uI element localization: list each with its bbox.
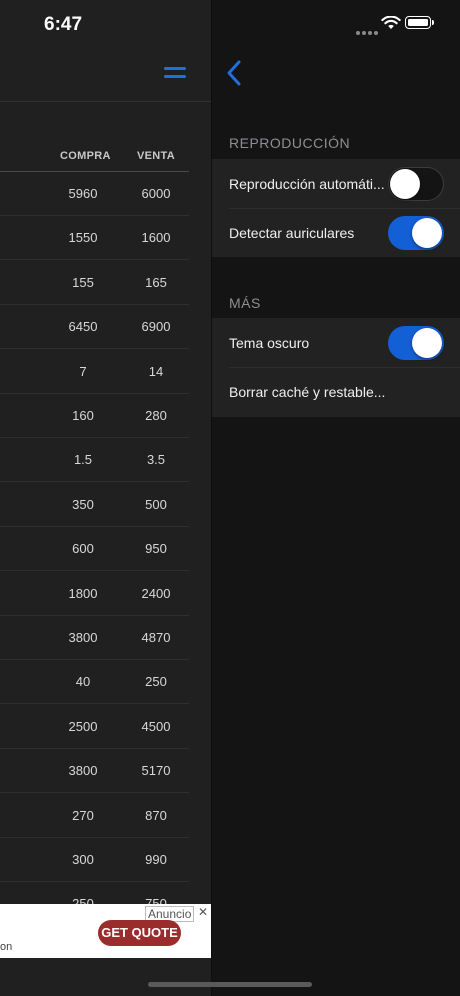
- detect-headphones-toggle[interactable]: [388, 216, 444, 250]
- sell-value: 500: [145, 496, 167, 512]
- dark-theme-label: Tema oscuro: [229, 335, 310, 351]
- header-divider: [0, 101, 211, 102]
- buy-value: 160: [72, 408, 94, 423]
- table-row: 160 280: [0, 394, 189, 438]
- setting-divider: [229, 208, 460, 209]
- sell-value: 2400: [141, 585, 171, 601]
- sell-value: 250: [145, 674, 167, 690]
- section-title-reproduccion: REPRODUCCIÓN: [229, 135, 351, 151]
- buy-value: 2500: [68, 718, 98, 734]
- table-row: 40 250: [0, 660, 189, 705]
- table-row: 1.5 3.5: [0, 438, 189, 483]
- setting-divider: [229, 367, 460, 368]
- battery-icon: [405, 16, 434, 29]
- buy-value: 155: [72, 274, 94, 290]
- buy-value: 3800: [68, 763, 98, 779]
- table-row: 3800 5170: [0, 749, 189, 794]
- table-row: 5960 6000: [0, 172, 189, 216]
- table-row: 2500 4500: [0, 705, 189, 749]
- buy-value: 1800: [68, 585, 98, 601]
- table-row: 600 950: [0, 527, 189, 572]
- buy-value: 6450: [68, 319, 98, 335]
- autoplay-toggle[interactable]: [388, 167, 444, 201]
- detect-headphones-label: Detectar auriculares: [229, 225, 355, 241]
- toggle-knob: [390, 169, 420, 199]
- buy-value: 5960: [68, 186, 98, 201]
- buy-value: 1.5: [73, 452, 93, 468]
- table-row: 155 165: [0, 261, 189, 305]
- menu-icon[interactable]: [164, 66, 186, 80]
- sell-value: 1600: [141, 230, 171, 246]
- wifi-icon: [381, 16, 401, 29]
- buy-value: 7: [79, 363, 87, 379]
- table-row: 7 14: [0, 350, 189, 394]
- dark-theme-toggle[interactable]: [388, 326, 444, 360]
- table-row: 1800 2400: [0, 572, 189, 616]
- table-row: 1550 1600: [0, 216, 189, 261]
- sell-value: 950: [145, 541, 167, 557]
- buy-value: 40: [75, 674, 91, 690]
- get-quote-button[interactable]: GET QUOTE: [98, 920, 181, 946]
- sell-value: 990: [145, 852, 167, 867]
- sell-value: 280: [145, 408, 167, 423]
- home-indicator: [148, 982, 312, 987]
- table-row: 350 500: [0, 483, 189, 527]
- buy-value: 1550: [68, 230, 98, 246]
- sell-value: 165: [145, 274, 167, 290]
- sell-value: 5170: [141, 763, 171, 779]
- column-header-buy: COMPRA: [60, 150, 111, 162]
- buy-value: 300: [72, 852, 94, 867]
- rates-panel: COMPRA VENTA 5960 6000 1550 1600 155 165 6450 6…: [0, 0, 211, 996]
- back-chevron-icon[interactable]: [222, 59, 246, 87]
- table-row: 3800 4870: [0, 616, 189, 660]
- clear-cache-item[interactable]: Borrar caché y restable...: [229, 384, 385, 400]
- table-row: 6450 6900: [0, 305, 189, 350]
- table-row: 300 990: [0, 838, 189, 882]
- sell-value: 6900: [141, 319, 171, 335]
- buy-value: 600: [72, 541, 94, 557]
- sell-value: 4500: [141, 718, 171, 734]
- ad-banner[interactable]: Anuncio ✕ GET QUOTE on: [0, 904, 211, 958]
- sell-value: 3.5: [146, 452, 166, 468]
- ad-text: on: [0, 941, 13, 953]
- section-title-mas: MÁS: [229, 295, 261, 311]
- buy-value: 350: [72, 496, 94, 512]
- sell-value: 6000: [141, 186, 171, 201]
- sell-value: 870: [145, 807, 167, 823]
- autoplay-label: Reproducción automáti...: [229, 176, 385, 192]
- toggle-knob: [412, 328, 442, 358]
- status-time: 6:47: [44, 14, 83, 35]
- toggle-knob: [412, 218, 442, 248]
- close-icon[interactable]: ✕: [198, 905, 208, 919]
- sell-value: 4870: [141, 630, 171, 645]
- table-row: 270 870: [0, 794, 189, 838]
- buy-value: 270: [72, 807, 94, 823]
- column-header-sell: VENTA: [137, 150, 175, 162]
- sell-value: 14: [148, 363, 164, 379]
- status-bar: 6:47: [0, 0, 460, 50]
- buy-value: 3800: [68, 630, 98, 645]
- cellular-signal-icon: [356, 22, 380, 40]
